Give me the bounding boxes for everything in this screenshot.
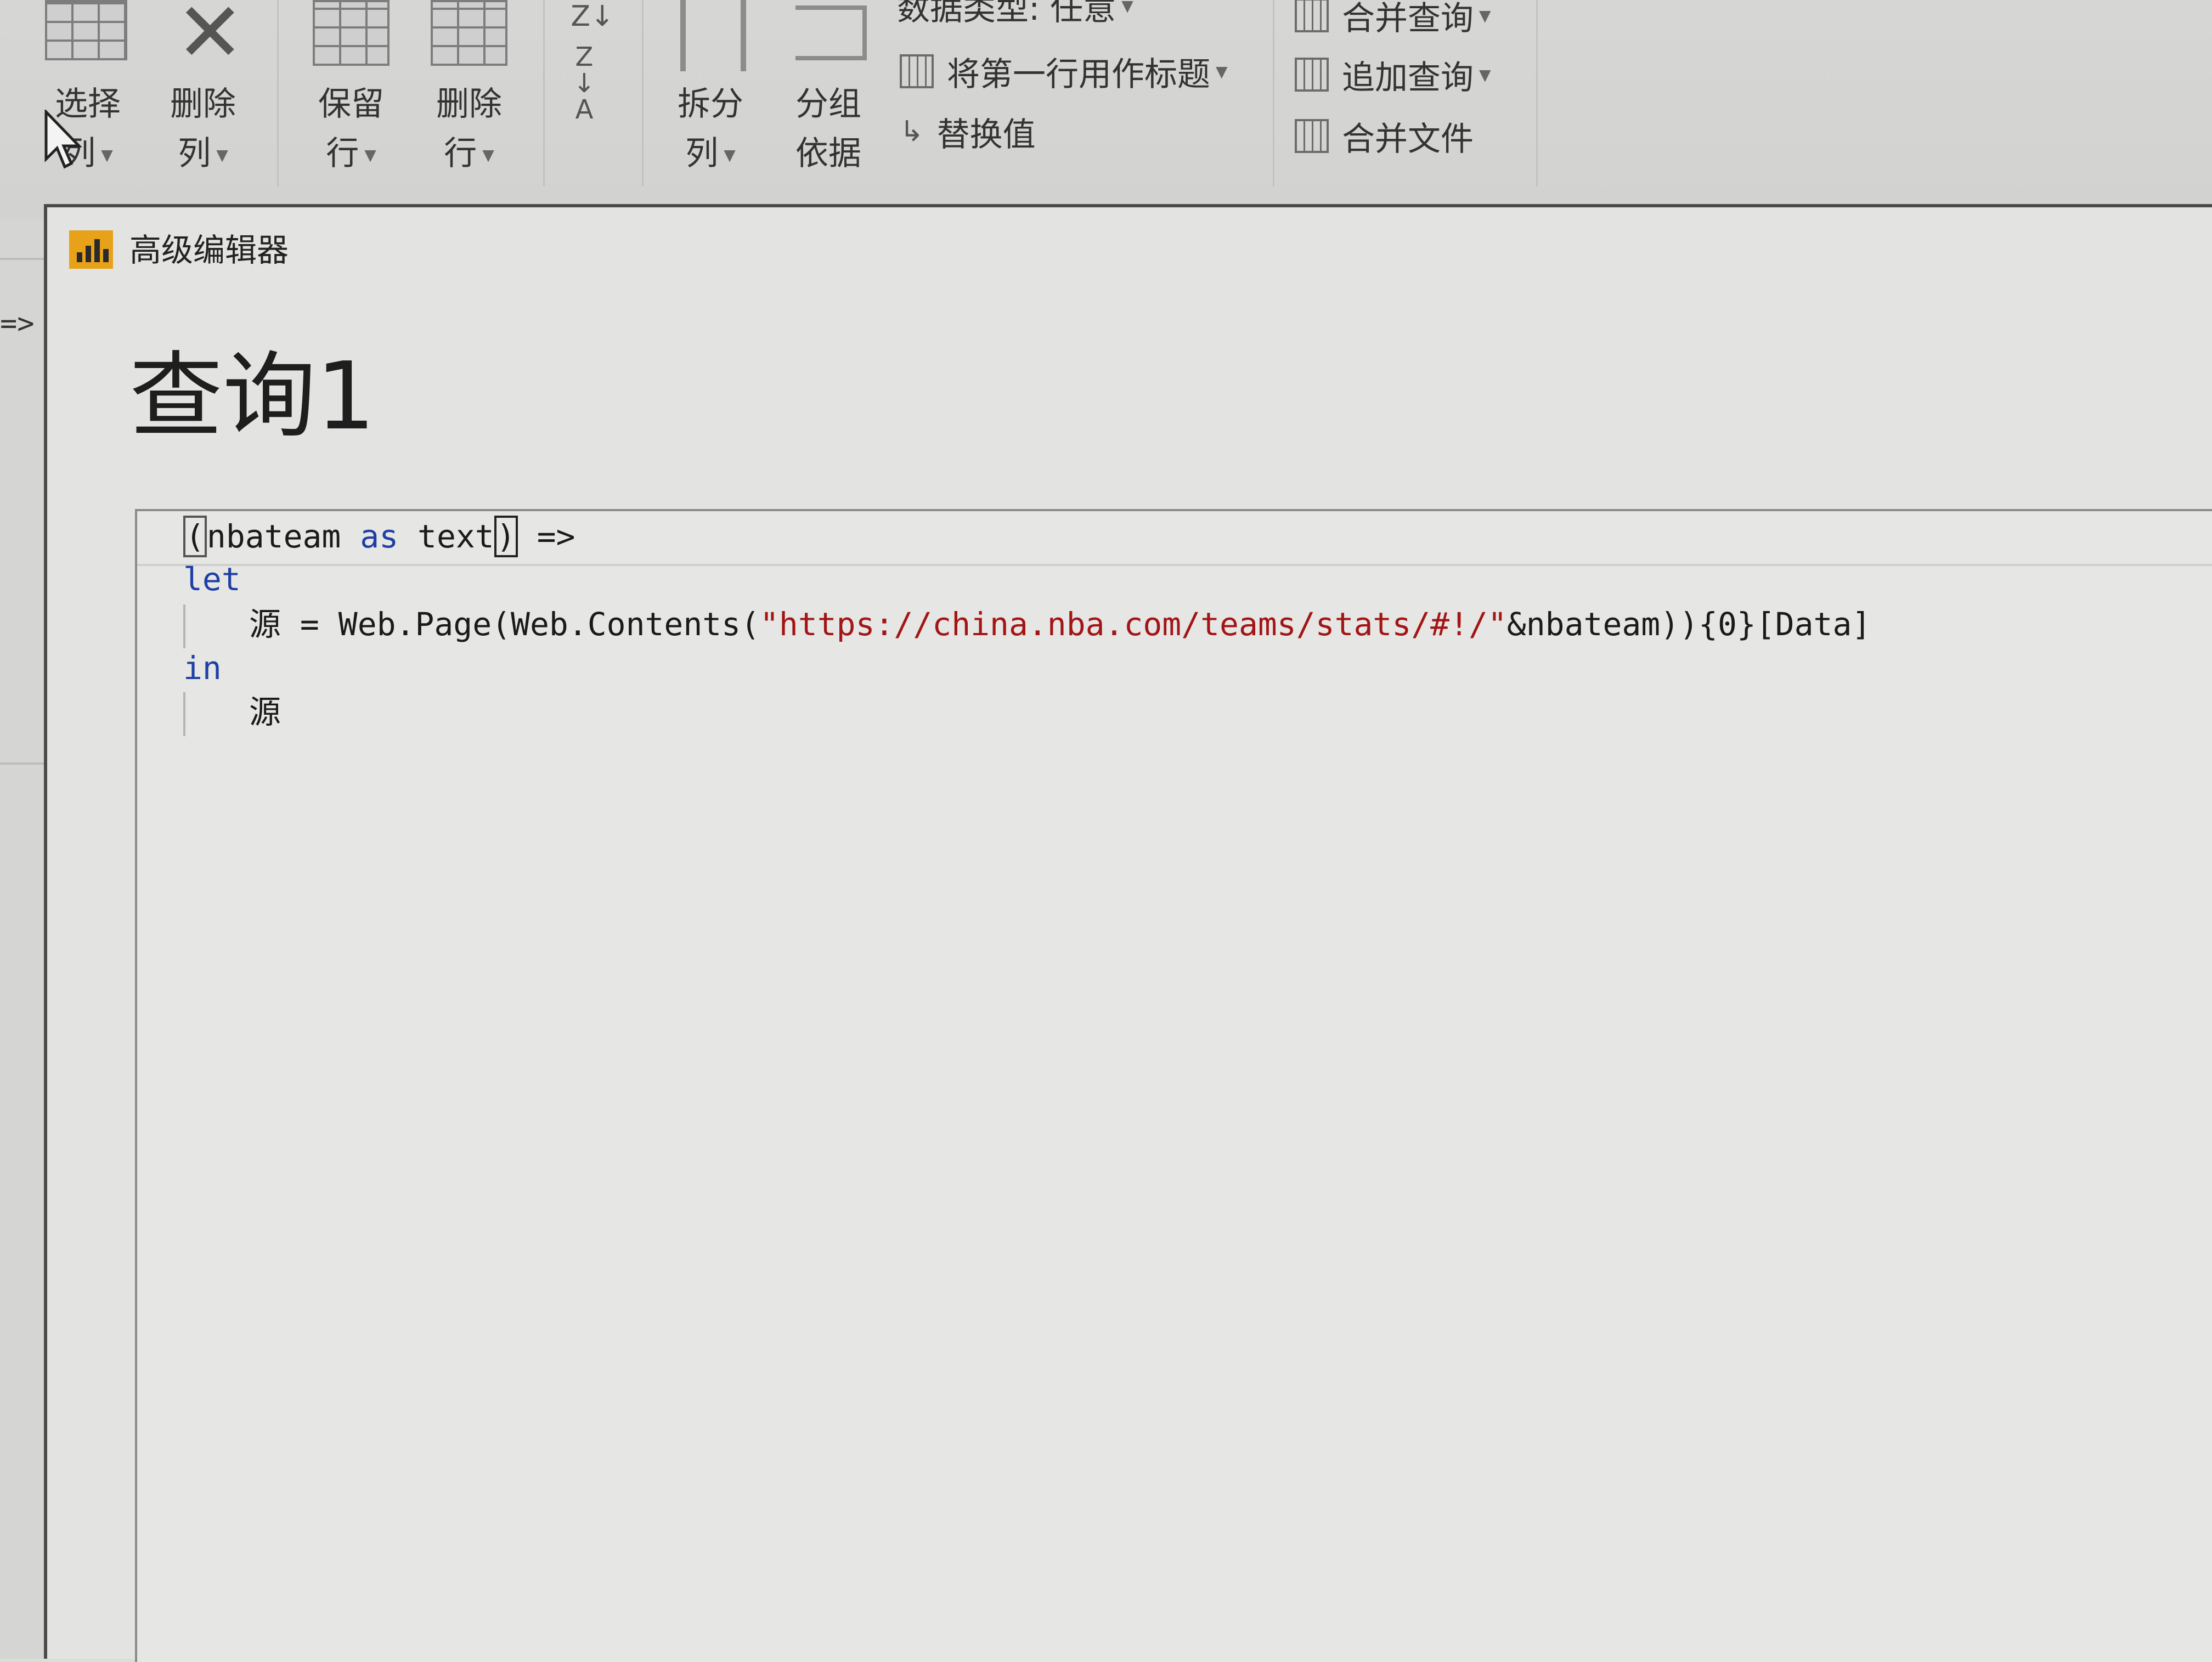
- chevron-down-icon: ▼: [364, 146, 376, 165]
- code-editor[interactable]: (nbateam as text) => let 源 = Web.Page(We…: [135, 509, 2212, 1662]
- remove-columns-label-2: 列: [178, 134, 211, 173]
- query-name: 查询1: [129, 342, 376, 451]
- chevron-down-icon: ▼: [1216, 62, 1228, 81]
- replace-values-button[interactable]: ↳ 替换值: [900, 110, 1036, 154]
- function-call-end: &nbateam)){0}[Data]: [1506, 606, 1871, 643]
- sort-descending-icon: Z↓A: [573, 42, 596, 125]
- url-string: "https://china.nba.com/teams/stats/#!/": [760, 606, 1507, 643]
- append-queries-button[interactable]: 追加查询 ▼: [1295, 53, 1491, 97]
- step-name: 源: [249, 606, 281, 643]
- keep-rows-label: 保留: [318, 85, 384, 123]
- chevron-down-icon: ▼: [1479, 65, 1491, 84]
- chevron-down-icon: ▼: [1479, 6, 1491, 25]
- split-column-icon: [680, 0, 746, 71]
- data-type-label: 数据类型: 任意: [897, 0, 1116, 28]
- use-first-row-as-headers-label: 将第一行用作标题: [947, 55, 1210, 94]
- merge-queries-button[interactable]: 合并查询 ▼: [1295, 0, 1491, 38]
- data-type-dropdown[interactable]: 数据类型: 任意 ▼: [897, 0, 1133, 28]
- sort-ascending-button[interactable]: Z↓: [565, 0, 620, 38]
- append-queries-icon: [1295, 58, 1329, 92]
- open-paren: (: [183, 516, 207, 557]
- chevron-down-icon: ▼: [1121, 0, 1133, 15]
- append-queries-label: 追加查询: [1342, 58, 1474, 97]
- remove-columns-button[interactable]: ✕ 删除 列 ▼: [154, 0, 252, 176]
- code-line-2: let: [183, 561, 241, 598]
- chevron-down-icon: ▼: [482, 146, 494, 165]
- keep-rows-label-2: 行: [326, 134, 359, 173]
- mouse-pointer-icon: [44, 110, 82, 169]
- left-edge-arrow-text: =>: [0, 307, 35, 340]
- sort-descending-button[interactable]: Z↓A: [565, 44, 620, 123]
- combine-files-label: 合并文件: [1342, 120, 1474, 159]
- combine-files-icon: [1295, 119, 1329, 153]
- function-call: Web.Page(Web.Contents(: [338, 606, 760, 643]
- split-column-label-2: 列: [685, 134, 719, 173]
- param-type: text: [417, 518, 494, 555]
- ribbon-separator: [277, 0, 279, 186]
- code-line-1: (nbateam as text) =>: [183, 515, 575, 558]
- code-line-3: 源 = Web.Page(Web.Contents("https://china…: [249, 602, 1871, 646]
- table-headers-icon: [900, 54, 934, 88]
- code-line-4: in: [183, 649, 222, 687]
- group-by-label-2: 依据: [795, 134, 861, 173]
- group-by-icon: [795, 5, 867, 60]
- indent-guide: [183, 604, 185, 648]
- split-column-label: 拆分: [678, 85, 743, 123]
- merge-queries-icon: [1295, 0, 1329, 32]
- sort-ascending-icon: Z↓: [571, 0, 614, 33]
- close-paren: ): [494, 516, 518, 557]
- chevron-down-icon: ▼: [101, 146, 113, 165]
- merge-queries-label: 合并查询: [1342, 0, 1474, 38]
- ribbon-separator: [1273, 0, 1274, 186]
- lambda-arrow: =>: [517, 518, 575, 555]
- group-by-label: 分组: [795, 85, 861, 123]
- code-line-5: 源: [249, 693, 281, 731]
- remove-rows-label: 删除: [436, 85, 502, 123]
- indent-guide: [183, 692, 185, 736]
- remove-rows-button[interactable]: 删除 行 ▼: [420, 0, 518, 176]
- keep-rows-icon: [313, 0, 390, 66]
- queries-pane-edge: [0, 219, 44, 1659]
- replace-values-label: 替换值: [936, 115, 1036, 154]
- equals-sign: =: [281, 606, 338, 643]
- ribbon-separator: [642, 0, 644, 186]
- chevron-down-icon: ▼: [724, 146, 736, 165]
- remove-rows-icon: [431, 0, 507, 66]
- ribbon-toolbar: 选择 列 ▼ ✕ 删除 列 ▼ 保留 行 ▼ 删除 行 ▼ Z↓ Z↓A 拆分 列 ▼ 分…: [0, 0, 2212, 219]
- keyword-as: as: [360, 518, 399, 555]
- chevron-down-icon: ▼: [216, 146, 228, 165]
- advanced-editor-dialog: 高级编辑器 查询1 (nbateam as text) => let 源 = W…: [44, 204, 2212, 1662]
- dialog-title: 高级编辑器: [129, 231, 289, 269]
- use-first-row-as-headers-button[interactable]: 将第一行用作标题 ▼: [900, 49, 1228, 94]
- remove-columns-label: 删除: [170, 85, 236, 123]
- select-columns-icon: [45, 0, 127, 60]
- power-bi-icon: [69, 230, 113, 269]
- split-column-button[interactable]: 拆分 列 ▼: [664, 0, 757, 176]
- ribbon-separator: [543, 0, 545, 186]
- combine-files-button[interactable]: 合并文件: [1295, 114, 1474, 159]
- remove-rows-label-2: 行: [444, 134, 477, 173]
- param-name: nbateam: [206, 518, 341, 555]
- replace-values-icon: ↳: [900, 115, 924, 148]
- keep-rows-button[interactable]: 保留 行 ▼: [302, 0, 400, 176]
- ribbon-separator: [1536, 0, 1538, 186]
- remove-columns-icon: ✕: [176, 0, 245, 81]
- group-by-button[interactable]: 分组 依据: [779, 0, 878, 176]
